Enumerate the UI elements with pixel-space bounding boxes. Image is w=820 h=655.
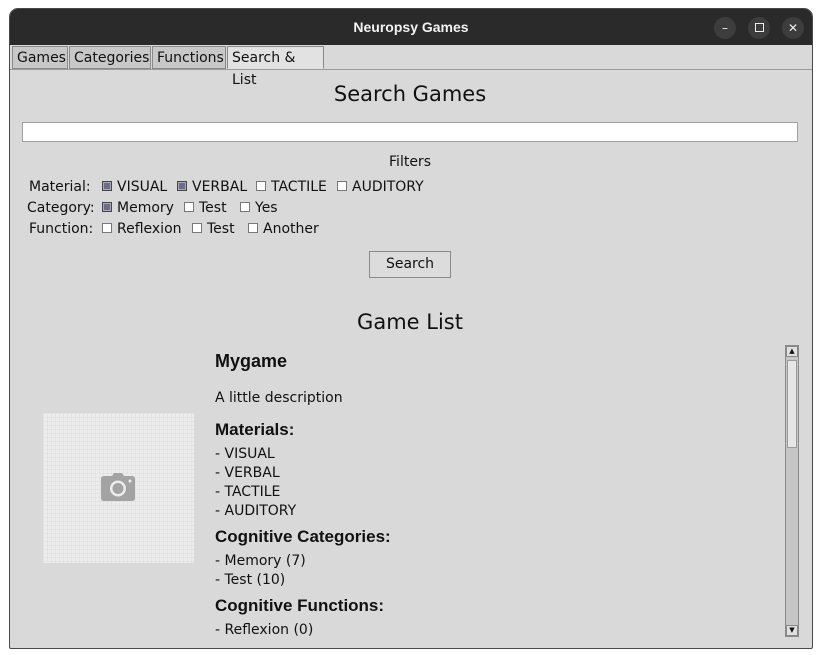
title-bar[interactable]: Neuropsy Games – ✕ [10, 9, 812, 45]
option-label: Memory [117, 200, 174, 216]
maximize-button[interactable] [748, 17, 770, 39]
search-button[interactable]: Search [369, 251, 451, 278]
category-test-checkbox[interactable]: Test [184, 200, 227, 216]
material-tactile-checkbox[interactable]: TACTILE [256, 179, 327, 195]
material-item: - TACTILE [215, 484, 281, 500]
close-button[interactable]: ✕ [782, 17, 804, 39]
list-scrollbar[interactable]: ▲ ▼ [785, 345, 799, 637]
material-item: - VISUAL [215, 446, 275, 462]
option-label: TACTILE [271, 179, 327, 195]
tab-categories[interactable]: Categories [69, 46, 151, 69]
category-item: - Memory (7) [215, 553, 306, 569]
material-item: - VERBAL [215, 465, 280, 481]
minimize-button[interactable]: – [714, 17, 736, 39]
window-title: Neuropsy Games [353, 19, 469, 35]
game-title: Mygame [215, 351, 288, 371]
material-item: - AUDITORY [215, 503, 297, 519]
game-description: A little description [215, 390, 343, 406]
option-label: Another [263, 221, 319, 237]
category-memory-checkbox[interactable]: Memory [102, 200, 174, 216]
option-label: VISUAL [117, 179, 168, 195]
checkbox-icon [102, 223, 112, 233]
checkbox-icon [256, 181, 266, 191]
checkbox-checked-icon [102, 181, 112, 191]
maximize-icon [754, 23, 764, 32]
tab-games[interactable]: Games [12, 46, 68, 69]
function-test-checkbox[interactable]: Test [192, 221, 235, 237]
function-reflexion-checkbox[interactable]: Reflexion [102, 221, 182, 237]
app-window: Neuropsy Games – ✕ Games Categories Func… [9, 8, 813, 649]
game-thumbnail [43, 413, 194, 563]
function-item: - Reflexion (0) [215, 622, 314, 638]
checkbox-icon [184, 202, 194, 212]
material-auditory-checkbox[interactable]: AUDITORY [337, 179, 424, 195]
game-list: Mygame A little description Materials: -… [10, 345, 810, 639]
material-label: Material: [29, 179, 91, 195]
scroll-down-icon[interactable]: ▼ [786, 625, 798, 636]
option-label: Test [199, 200, 227, 216]
search-heading: Search Games [333, 82, 487, 106]
option-label: Yes [255, 200, 278, 216]
category-yes-checkbox[interactable]: Yes [240, 200, 278, 216]
scrollbar-thumb[interactable] [787, 360, 797, 448]
checkbox-icon [192, 223, 202, 233]
option-label: AUDITORY [352, 179, 424, 195]
option-label: Reflexion [117, 221, 182, 237]
option-label: VERBAL [192, 179, 248, 195]
category-label: Category: [27, 200, 95, 216]
function-label: Function: [29, 221, 94, 237]
filters-label: Filters [389, 154, 431, 170]
function-another-checkbox[interactable]: Another [248, 221, 319, 237]
category-item: - Test (10) [215, 572, 286, 588]
checkbox-checked-icon [102, 202, 112, 212]
materials-heading: Materials: [215, 420, 295, 439]
categories-heading: Cognitive Categories: [215, 527, 391, 546]
tab-divider [10, 69, 812, 70]
material-verbal-checkbox[interactable]: VERBAL [177, 179, 247, 195]
checkbox-icon [240, 202, 250, 212]
material-visual-checkbox[interactable]: VISUAL [102, 179, 167, 195]
tab-functions[interactable]: Functions [152, 46, 226, 69]
game-list-heading: Game List [357, 310, 463, 334]
functions-heading: Cognitive Functions: [215, 596, 385, 615]
camera-icon [101, 473, 135, 501]
scroll-up-icon[interactable]: ▲ [786, 346, 798, 357]
checkbox-checked-icon [177, 181, 187, 191]
checkbox-icon [337, 181, 347, 191]
search-input[interactable] [22, 122, 798, 142]
option-label: Test [207, 221, 235, 237]
tab-search-list[interactable]: Search & List [227, 46, 324, 88]
checkbox-icon [248, 223, 258, 233]
